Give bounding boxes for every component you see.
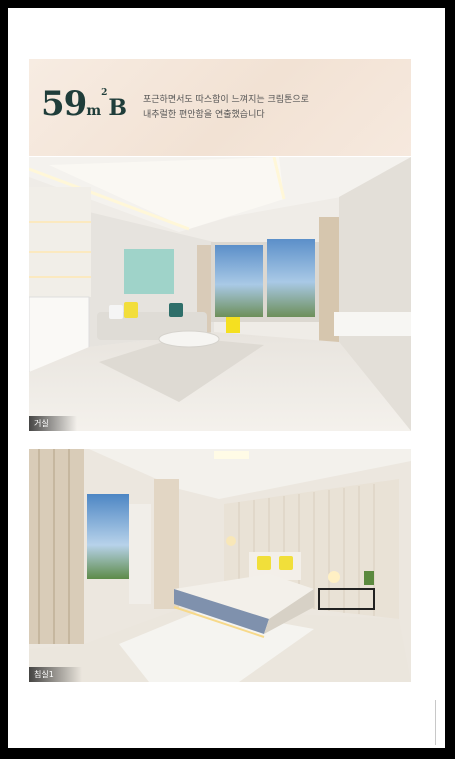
living-room-illustration bbox=[29, 157, 411, 431]
divider-line bbox=[435, 700, 436, 745]
living-room-photo: 거실 bbox=[29, 157, 411, 431]
photo-caption: 침실1 bbox=[29, 667, 82, 682]
unit-description: 포근하면서도 따스함이 느껴지는 크림톤으로 내추럴한 편안함을 연출했습니다 bbox=[143, 93, 309, 123]
unit-size-unit: m bbox=[86, 103, 102, 119]
description-line-2: 내추럴한 편안함을 연출했습니다 bbox=[143, 110, 265, 120]
bedroom-photo: 침실1 bbox=[29, 449, 411, 682]
description-line-1: 포근하면서도 따스함이 느껴지는 크림톤으로 bbox=[143, 95, 309, 105]
bedroom-illustration bbox=[29, 449, 411, 682]
unit-header-banner: 59m 2B 포근하면서도 따스함이 느껴지는 크림톤으로 내추럴한 편안함을 연… bbox=[29, 59, 411, 156]
unit-type-letter: B bbox=[108, 95, 127, 121]
unit-size-superscript: 2 bbox=[101, 88, 107, 98]
unit-size-label: 59m 2B bbox=[41, 84, 127, 124]
unit-size-number: 59 bbox=[41, 84, 87, 124]
photo-caption: 거실 bbox=[29, 416, 77, 431]
